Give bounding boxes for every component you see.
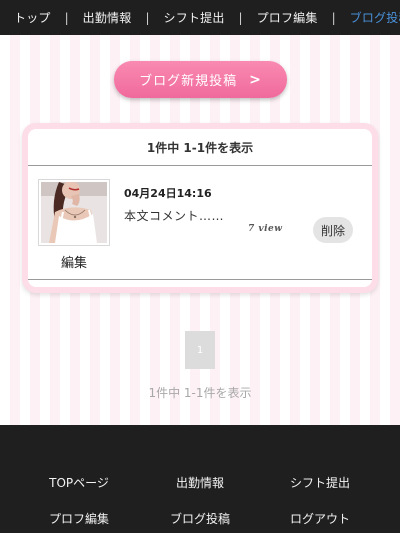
nav-separator: | (331, 10, 336, 25)
blog-post-item: 編集 04月24日14:16 本文コメント…… 7 view 削除 (28, 166, 372, 280)
nav-item-shift[interactable]: シフト提出 (164, 9, 225, 26)
post-date: 04月24日14:16 (124, 187, 212, 200)
edit-post-link[interactable]: 編集 (38, 252, 110, 271)
post-count-header: 1件中 1-1件を表示 (28, 129, 372, 166)
footer-link-attendance[interactable]: 出勤情報 (140, 474, 260, 491)
top-navigation: トップ | 出勤情報 | シフト提出 | プロフ編集 | ブログ投稿 (0, 0, 400, 35)
post-thumbnail-image (41, 182, 107, 243)
footer-link-blog-post[interactable]: ブログ投稿 (140, 510, 260, 527)
footer-link-profile-edit[interactable]: プロフ編集 (19, 510, 139, 527)
post-view-count: 7 view (248, 224, 283, 234)
main-content: ブログ新規投稿 > 1件中 1-1件を表示 編集 04月24日14:16 本文コ… (0, 35, 400, 425)
blog-post-card: 1件中 1-1件を表示 編集 04月24日14:16 本文コメント…… 7 vi… (22, 123, 378, 293)
nav-separator: | (64, 10, 69, 25)
nav-separator: | (238, 10, 243, 25)
post-body-preview: 本文コメント…… (124, 209, 225, 223)
footer-link-top-page[interactable]: TOPページ (19, 474, 139, 491)
new-blog-post-button[interactable]: ブログ新規投稿 > (114, 61, 287, 98)
footer-navigation: TOPページ 出勤情報 シフト提出 プロフ編集 ブログ投稿 ログアウト (0, 425, 400, 533)
pagination-summary: 1件中 1-1件を表示 (148, 386, 252, 400)
chevron-right-icon: > (249, 71, 262, 88)
footer-link-logout[interactable]: ログアウト (260, 510, 380, 527)
nav-item-blog-post[interactable]: ブログ投稿 (350, 9, 400, 26)
post-thumbnail[interactable] (38, 179, 110, 246)
nav-item-top[interactable]: トップ (14, 9, 51, 26)
new-post-button-label: ブログ新規投稿 (139, 74, 238, 89)
nav-item-profile-edit[interactable]: プロフ編集 (257, 9, 318, 26)
pagination-page-1[interactable]: 1 (185, 331, 215, 369)
delete-post-button[interactable]: 削除 (313, 217, 353, 243)
nav-item-attendance[interactable]: 出勤情報 (83, 9, 132, 26)
footer-link-shift[interactable]: シフト提出 (260, 474, 380, 491)
nav-separator: | (145, 10, 150, 25)
